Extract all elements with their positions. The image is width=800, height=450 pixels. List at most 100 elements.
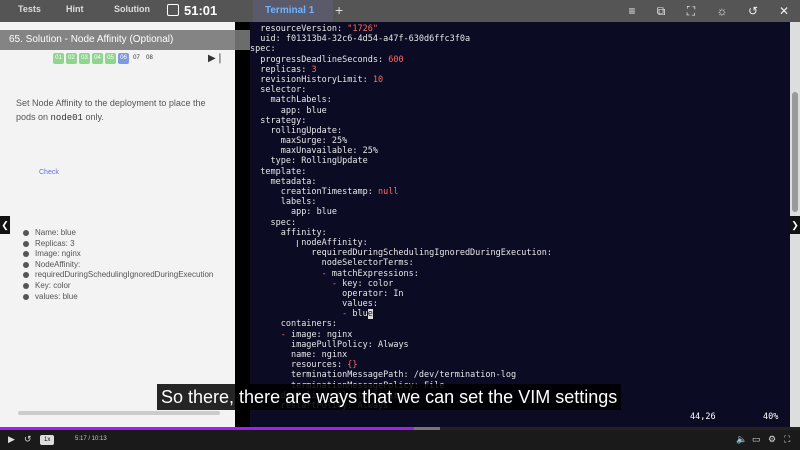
vim-line: maxUnavailable: 25% xyxy=(250,146,552,156)
next-step-icon[interactable]: ▶❘ xyxy=(208,53,224,64)
yaml-key: spec: xyxy=(250,44,276,55)
yaml-key: key: xyxy=(342,278,363,289)
terminal-window[interactable]: resourceVersion: "1726" uid: f01313b4-32… xyxy=(250,22,790,428)
yaml-value: nginx xyxy=(321,350,348,360)
close-icon[interactable]: ✕ xyxy=(777,4,791,18)
vim-line: spec: xyxy=(250,218,552,228)
yaml-key: strategy: xyxy=(260,115,307,126)
yaml-value: 25% xyxy=(362,146,378,157)
hint-list: Name: blue Replicas: 3 Image: nginx NodeAff… xyxy=(23,228,213,302)
next-arrow-icon[interactable]: ❯ xyxy=(790,216,800,234)
external-link-icon[interactable]: ⧉ xyxy=(654,4,668,18)
vim-cursor: e xyxy=(367,309,373,320)
bullet-icon xyxy=(23,272,29,279)
vim-line: type: RollingUpdate xyxy=(250,156,552,166)
playback-time: 5:17 / 10:13 xyxy=(75,436,107,442)
hint-text: Key: color xyxy=(35,280,71,290)
yaml-value: 600 xyxy=(388,54,404,65)
captions-icon[interactable]: ▭ xyxy=(752,434,761,445)
vim-line: metadata: xyxy=(250,177,552,187)
hint-text: Replicas: 3 xyxy=(35,238,75,248)
yaml-key: rollingUpdate: xyxy=(270,125,343,136)
vim-line: labels: xyxy=(250,197,552,207)
history-icon[interactable]: ↺ xyxy=(746,4,760,18)
plus-icon[interactable]: + xyxy=(335,2,343,18)
vim-line: replicas: 3 xyxy=(250,65,552,75)
settings-icon[interactable]: ⚙ xyxy=(768,434,776,445)
tests-tab[interactable]: Tests xyxy=(18,4,41,14)
step-06[interactable]: 06 xyxy=(118,53,129,64)
vim-scroll-percent: 40% xyxy=(763,412,779,422)
hint-text: NodeAffinity: xyxy=(35,259,81,269)
left-scrollbar[interactable] xyxy=(18,411,220,415)
vim-line: uid: f01313b4-32c6-4d54-a47f-630d6ffc3f0… xyxy=(250,34,552,44)
vim-buffer[interactable]: resourceVersion: "1726" uid: f01313b4-32… xyxy=(250,24,552,411)
step-02[interactable]: 02 xyxy=(66,53,77,64)
yaml-value: blue xyxy=(316,207,338,218)
lesson-panel: 65. Solution - Node Affinity (Optional) … xyxy=(0,22,250,428)
fullscreen-icon[interactable]: ⛶ xyxy=(684,4,698,18)
video-controls: ▶ ↺ 1x 5:17 / 10:13 🔈 ▭ ⚙ ⛶ xyxy=(0,430,800,450)
yaml-value: nginx xyxy=(326,329,353,340)
timer: 51:01 xyxy=(184,3,218,18)
yaml-key: spec: xyxy=(270,217,297,228)
yaml-key: revisionHistoryLimit: xyxy=(260,74,368,85)
vim-line: - matchExpressions: xyxy=(250,269,552,279)
yaml-key: resources: xyxy=(290,360,343,371)
prev-arrow-icon[interactable]: ❮ xyxy=(0,216,10,234)
yaml-key: maxSurge: xyxy=(280,136,327,147)
step-03[interactable]: 03 xyxy=(79,53,90,64)
yaml-dash: - xyxy=(342,309,353,320)
rewind-icon[interactable]: ↺ xyxy=(24,434,32,445)
playback-speed-button[interactable]: 1x xyxy=(40,435,55,445)
vim-line: matchLabels: xyxy=(250,95,552,105)
vim-line: revisionHistoryLimit: 10 xyxy=(250,75,552,85)
text-cursor-icon: I xyxy=(296,239,299,250)
menu-icon[interactable]: ≡ xyxy=(625,4,639,18)
yaml-key: uid: xyxy=(260,34,281,45)
yaml-key: matchLabels: xyxy=(270,95,332,106)
task-instruction: Set Node Affinity to the deployment to p… xyxy=(16,96,216,125)
hint-item: Key: color xyxy=(23,281,213,292)
vim-line: operator: In xyxy=(250,289,552,299)
lesson-title: 65. Solution - Node Affinity (Optional) xyxy=(0,30,250,50)
step-01[interactable]: 01 xyxy=(53,53,64,64)
vim-line: strategy: xyxy=(250,116,552,126)
yaml-key: operator: xyxy=(342,288,389,299)
yaml-key: containers: xyxy=(280,319,338,330)
theme-icon[interactable]: ☼ xyxy=(715,4,729,18)
scrollbar-thumb[interactable] xyxy=(792,92,798,212)
step-05[interactable]: 05 xyxy=(105,53,116,64)
step-07[interactable]: 07 xyxy=(131,53,142,64)
yaml-dash: - xyxy=(321,268,332,279)
vim-line: rollingUpdate: xyxy=(250,126,552,136)
vim-line: template: xyxy=(250,167,552,177)
yaml-value: In xyxy=(393,288,404,299)
play-icon[interactable]: ▶ xyxy=(8,434,15,445)
check-button[interactable]: Check xyxy=(39,169,59,176)
volume-icon[interactable]: 🔈 xyxy=(736,434,747,445)
step-04[interactable]: 04 xyxy=(92,53,103,64)
solution-tab[interactable]: Solution xyxy=(114,4,150,14)
hint-tab[interactable]: Hint xyxy=(66,4,84,14)
fullscreen-video-icon[interactable]: ⛶ xyxy=(784,434,790,445)
hint-text: requiredDuringSchedulingIgnoredDuringExe… xyxy=(35,270,214,280)
step-08[interactable]: 08 xyxy=(144,53,155,64)
vim-line: name: nginx xyxy=(250,350,552,360)
vim-line: - blue xyxy=(250,309,552,320)
vim-line: - key: color xyxy=(250,279,552,289)
yaml-value: blue xyxy=(306,105,327,116)
vim-line: terminationMessagePath: /dev/termination… xyxy=(250,370,552,380)
vim-line: app: blue xyxy=(250,207,552,217)
hint-item: Image: nginx xyxy=(23,249,213,260)
hint-text: Image: nginx xyxy=(35,249,81,259)
hint-text: values: blue xyxy=(35,291,78,301)
yaml-value: 10 xyxy=(372,74,384,85)
yaml-key: affinity: xyxy=(280,227,327,238)
yaml-value: f01313b4-32c6-4d54-a47f-630d6ffc3f0a xyxy=(285,34,471,45)
vim-line: creationTimestamp: null xyxy=(250,187,552,197)
terminal-tab[interactable]: Terminal 1 xyxy=(253,0,333,22)
top-bar: Tests Hint Solution 51:01 Terminal 1 + ≡… xyxy=(0,0,800,22)
yaml-key: nodeSelectorTerms: xyxy=(321,258,414,269)
video-subtitle: So there, there are ways that we can set… xyxy=(157,384,622,410)
